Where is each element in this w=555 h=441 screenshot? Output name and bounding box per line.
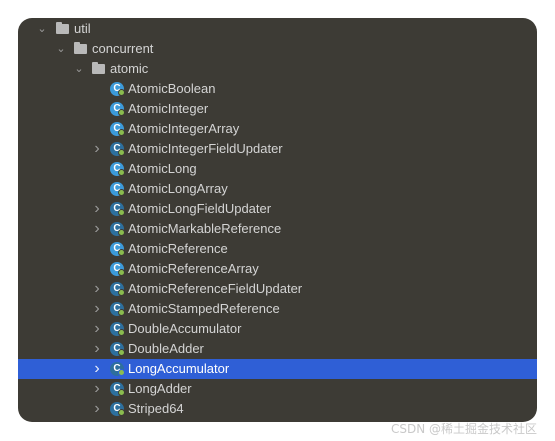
tree-node-label: AtomicLongArray	[128, 181, 228, 196]
tree-node-label: AtomicMarkableReference	[128, 221, 282, 236]
chevron-right-icon[interactable]: ›	[91, 279, 103, 299]
class-icon: C	[110, 142, 125, 156]
tree-node-class[interactable]: C AtomicReferenceArray	[18, 259, 537, 279]
class-icon: C	[110, 82, 125, 96]
class-icon: C	[110, 162, 125, 176]
folder-icon	[56, 22, 69, 34]
tree-node-class[interactable]: C AtomicLongArray	[18, 179, 537, 199]
tree-node-class[interactable]: › C AtomicReferenceFieldUpdater	[18, 279, 537, 299]
tree-node-label: DoubleAdder	[128, 341, 204, 356]
folder-icon	[92, 62, 105, 74]
tree-node-label: Striped64	[128, 401, 184, 416]
class-icon: C	[110, 382, 125, 396]
tree-node-concurrent[interactable]: ⌄ concurrent	[18, 39, 537, 59]
tree-node-class[interactable]: › C AtomicLongFieldUpdater	[18, 199, 537, 219]
class-icon: C	[110, 282, 125, 296]
tree-node-label: AtomicStampedReference	[128, 301, 280, 316]
tree-node-class[interactable]: › C DoubleAccumulator	[18, 319, 537, 339]
tree-node-label: AtomicIntegerFieldUpdater	[128, 141, 283, 156]
class-icon: C	[110, 302, 125, 316]
tree-node-class[interactable]: C AtomicBoolean	[18, 79, 537, 99]
tree-node-class[interactable]: › C LongAccumulator	[18, 359, 537, 379]
tree-node-class[interactable]: › C AtomicStampedReference	[18, 299, 537, 319]
chevron-right-icon[interactable]: ›	[91, 359, 103, 379]
tree-node-label: AtomicReferenceArray	[128, 261, 259, 276]
chevron-right-icon[interactable]: ›	[91, 379, 103, 399]
tree-node-label: AtomicIntegerArray	[128, 121, 240, 136]
class-icon: C	[110, 342, 125, 356]
tree-node-label: AtomicReferenceFieldUpdater	[128, 281, 303, 296]
tree-node-class[interactable]: › C Striped64	[18, 399, 537, 419]
chevron-down-icon[interactable]: ⌄	[73, 59, 85, 79]
class-icon: C	[110, 182, 125, 196]
chevron-right-icon[interactable]: ›	[91, 399, 103, 419]
tree-node-label: LongAdder	[128, 381, 192, 396]
chevron-right-icon[interactable]: ›	[91, 199, 103, 219]
folder-icon	[74, 42, 87, 54]
tree-node-class[interactable]: C AtomicReference	[18, 239, 537, 259]
tree-node-class[interactable]: › C AtomicMarkableReference	[18, 219, 537, 239]
chevron-right-icon[interactable]: ›	[91, 339, 103, 359]
tree-node-class[interactable]: C AtomicIntegerArray	[18, 119, 537, 139]
class-icon: C	[110, 102, 125, 116]
tree-node-label: AtomicInteger	[128, 101, 209, 116]
tree-node-label: AtomicLong	[128, 161, 197, 176]
tree-node-label: AtomicReference	[128, 241, 228, 256]
tree-node-class[interactable]: › C DoubleAdder	[18, 339, 537, 359]
tree-node-atomic[interactable]: ⌄ atomic	[18, 59, 537, 79]
chevron-right-icon[interactable]: ›	[91, 139, 103, 159]
tree-node-class[interactable]: C AtomicInteger	[18, 99, 537, 119]
watermark: CSDN @稀土掘金技术社区	[390, 422, 537, 436]
class-icon: C	[110, 122, 125, 136]
class-icon: C	[110, 222, 125, 236]
tree-node-class[interactable]: › C LongAdder	[18, 379, 537, 399]
project-tree-panel: ⌄ util ⌄ concurrent ⌄ atomic C AtomicBool…	[18, 18, 537, 422]
tree-node-label: AtomicBoolean	[128, 81, 216, 96]
class-icon: C	[110, 202, 125, 216]
tree-node-label: util	[74, 21, 91, 36]
class-icon: C	[110, 322, 125, 336]
tree-node-label: AtomicLongFieldUpdater	[128, 201, 272, 216]
tree-node-label: DoubleAccumulator	[128, 321, 242, 336]
chevron-right-icon[interactable]: ›	[91, 299, 103, 319]
tree-node-class[interactable]: › C AtomicIntegerFieldUpdater	[18, 139, 537, 159]
chevron-right-icon[interactable]: ›	[91, 319, 103, 339]
chevron-right-icon[interactable]: ›	[91, 219, 103, 239]
class-icon: C	[110, 262, 125, 276]
tree-node-util[interactable]: ⌄ util	[18, 19, 537, 39]
tree-node-label: LongAccumulator	[128, 361, 230, 376]
chevron-down-icon[interactable]: ⌄	[36, 19, 48, 39]
tree-node-label: atomic	[110, 61, 149, 76]
class-icon: C	[110, 242, 125, 256]
chevron-down-icon[interactable]: ⌄	[55, 39, 67, 59]
class-icon: C	[110, 402, 125, 416]
class-icon: C	[110, 362, 125, 376]
tree-node-class[interactable]: C AtomicLong	[18, 159, 537, 179]
tree-node-label: concurrent	[92, 41, 154, 56]
